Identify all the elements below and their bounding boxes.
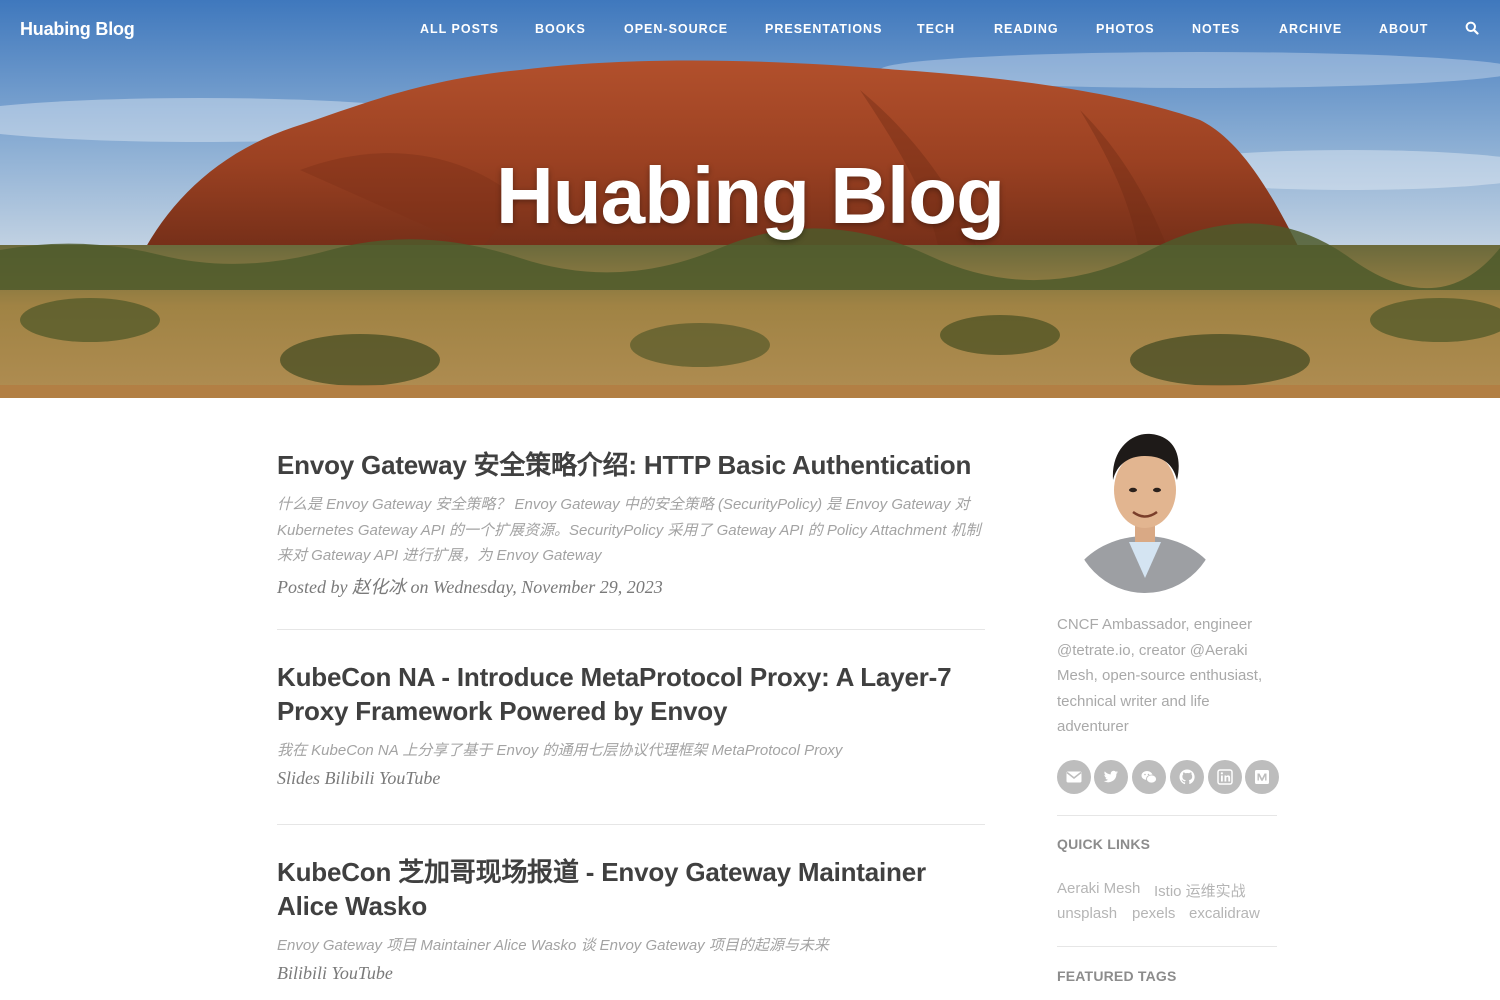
hero-title: Huabing Blog xyxy=(496,151,1005,240)
github-icon[interactable] xyxy=(1170,760,1204,794)
post-divider xyxy=(277,824,985,825)
nav-tech[interactable]: TECH xyxy=(917,22,955,36)
top-navbar: Huabing Blog ALL POSTS BOOKS OPEN-SOURCE… xyxy=(0,0,1500,60)
nav-about[interactable]: ABOUT xyxy=(1379,22,1428,36)
post-links: Slides Bilibili YouTube xyxy=(277,768,985,789)
bio-line: adventurer xyxy=(1057,718,1129,735)
youtube-link[interactable]: YouTube xyxy=(379,768,440,788)
quick-link-istio[interactable]: Istio 运维实战 xyxy=(1154,880,1246,901)
featured-tags-heading: FEATURED TAGS xyxy=(1057,968,1177,984)
bilibili-link[interactable]: Bilibili xyxy=(277,963,327,983)
nav-archive[interactable]: ARCHIVE xyxy=(1279,22,1342,36)
bio-line: Mesh, open-source enthusiast, xyxy=(1057,667,1263,684)
nav-presentations[interactable]: PRESENTATIONS xyxy=(765,22,882,36)
post-title-line: KubeCon NA - Introduce MetaProtocol Prox… xyxy=(277,662,952,692)
post-meta-prefix: Posted by xyxy=(277,576,348,597)
twitter-icon[interactable] xyxy=(1094,760,1128,794)
search-icon[interactable] xyxy=(1465,21,1481,37)
quick-link-aeraki[interactable]: Aeraki Mesh xyxy=(1057,880,1140,897)
nav-menu: ALL POSTS BOOKS OPEN-SOURCE PRESENTATION… xyxy=(0,22,1500,42)
post-excerpt: 什么是 Envoy Gateway 安全策略？ Envoy Gateway 中的… xyxy=(277,492,985,569)
social-links xyxy=(1057,760,1287,794)
nav-open-source[interactable]: OPEN-SOURCE xyxy=(624,22,728,36)
post-excerpt-line: 来对 Gateway API 进行扩展，为 Envoy Gateway xyxy=(277,547,602,564)
quick-links-heading: QUICK LINKS xyxy=(1057,836,1151,852)
post-title-line: KubeCon 芝加哥现场报道 - Envoy Gateway Maintain… xyxy=(277,857,926,887)
nav-photos[interactable]: PHOTOS xyxy=(1096,22,1155,36)
post-excerpt: 我在 KubeCon NA 上分享了基于 Envoy 的通用七层协议代理框架 M… xyxy=(277,742,843,759)
post-title-link[interactable]: KubeCon 芝加哥现场报道 - Envoy Gateway Maintain… xyxy=(277,855,985,923)
hero-banner: Huabing Blog ALL POSTS BOOKS OPEN-SOURCE… xyxy=(0,0,1500,398)
quick-link-pexels[interactable]: pexels xyxy=(1132,905,1175,922)
medium-icon[interactable] xyxy=(1245,760,1279,794)
post-title-line: Proxy Framework Powered by Envoy xyxy=(277,696,728,726)
bio-line: CNCF Ambassador, engineer xyxy=(1057,616,1253,633)
post-meta: Posted by 赵化冰 on Wednesday, November 29,… xyxy=(277,573,985,599)
post-preview: KubeCon 芝加哥现场报道 - Envoy Gateway Maintain… xyxy=(277,855,985,984)
quick-link-unsplash[interactable]: unsplash xyxy=(1057,905,1117,922)
post-preview: KubeCon NA - Introduce MetaProtocol Prox… xyxy=(277,660,985,789)
linkedin-icon[interactable] xyxy=(1208,760,1242,794)
post-excerpt-line: 什么是 Envoy Gateway 安全策略？ Envoy Gateway 中的… xyxy=(277,496,970,513)
sidebar-divider xyxy=(1057,946,1277,947)
wechat-icon[interactable] xyxy=(1132,760,1166,794)
nav-books[interactable]: BOOKS xyxy=(535,22,586,36)
avatar-image xyxy=(1073,418,1217,593)
post-preview: Envoy Gateway 安全策略介绍: HTTP Basic Authent… xyxy=(277,448,985,599)
author-avatar[interactable] xyxy=(1073,418,1217,593)
quick-link-excalidraw[interactable]: excalidraw xyxy=(1189,905,1260,922)
sidebar-divider xyxy=(1057,815,1277,816)
slides-link[interactable]: Slides xyxy=(277,768,320,788)
post-divider xyxy=(277,629,985,630)
post-excerpt: Envoy Gateway 项目 Maintainer Alice Wasko … xyxy=(277,937,829,954)
bio-line: @tetrate.io, creator @Aeraki xyxy=(1057,641,1248,659)
post-title-link[interactable]: KubeCon NA - Introduce MetaProtocol Prox… xyxy=(277,660,985,728)
post-date: Wednesday, November 29, 2023 xyxy=(432,576,663,597)
post-meta-middle: on xyxy=(410,576,429,597)
nav-reading[interactable]: READING xyxy=(994,22,1059,36)
post-links: Bilibili YouTube xyxy=(277,963,985,984)
author-link[interactable]: 赵化冰 xyxy=(352,577,406,597)
bilibili-link[interactable]: Bilibili xyxy=(325,768,375,788)
nav-notes[interactable]: NOTES xyxy=(1192,22,1240,36)
author-bio: CNCF Ambassador, engineer @tetrate.io, c… xyxy=(1057,612,1277,740)
bio-line: technical writer and life xyxy=(1057,692,1210,710)
post-title-line: Alice Wasko xyxy=(277,891,428,921)
post-excerpt-line: Kubernetes Gateway API 的一个扩展资源。SecurityP… xyxy=(277,521,981,539)
post-title-link[interactable]: Envoy Gateway 安全策略介绍: HTTP Basic Authent… xyxy=(277,448,985,482)
youtube-link[interactable]: YouTube xyxy=(332,963,393,983)
nav-all-posts[interactable]: ALL POSTS xyxy=(420,22,499,36)
envelope-icon[interactable] xyxy=(1057,760,1091,794)
